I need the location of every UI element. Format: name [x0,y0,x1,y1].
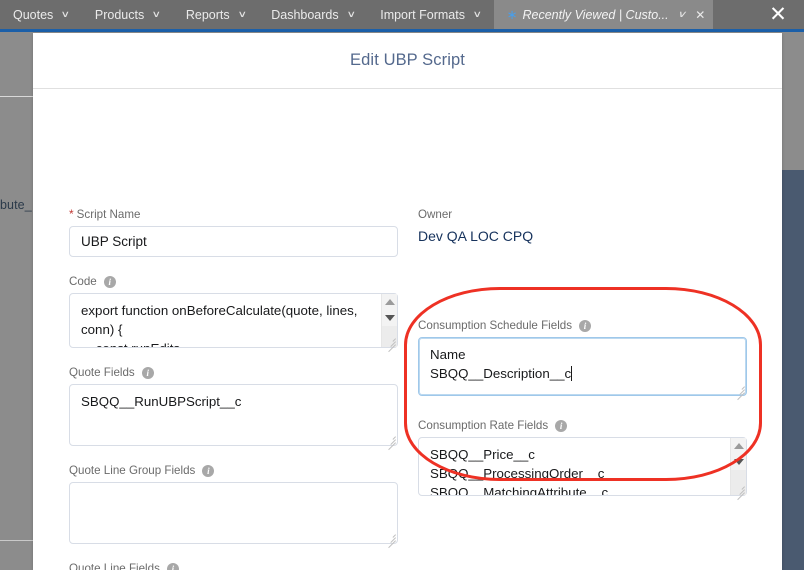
code-textarea-wrap: export function onBeforeCalculate(quote,… [69,293,398,353]
field-owner-label: Owner [418,207,747,222]
code-scrollbar[interactable] [381,294,397,347]
quote-fields-textarea-wrap: SBQQ__RunUBPScript__c [69,384,398,451]
field-quote-line-group-fields: Quote Line Group Fields i [69,463,398,549]
field-consumption-schedule-fields-label: Consumption Schedule Fields i [418,318,747,333]
tab-dashboards[interactable]: Dashboards ∨ [258,0,367,29]
label-text: Quote Line Group Fields [69,464,196,477]
field-code: Code i export function onBeforeCalculate… [69,274,398,353]
info-icon[interactable]: i [579,319,592,332]
tab-dashboards-label: Dashboards [271,7,339,22]
label-text: Owner [418,208,453,221]
quote-line-group-fields-textarea[interactable] [69,482,398,544]
info-icon[interactable]: i [166,562,179,570]
tabbar-spacer [713,0,752,29]
scroll-down-arrow-icon[interactable] [384,315,395,321]
backdrop-divider-bottom [0,540,33,541]
tab-products-label: Products [94,7,145,22]
consumption-schedule-fields-textarea[interactable]: Name SBQQ__Description__c [418,337,747,396]
chevron-down-icon[interactable]: ∨ [472,10,482,19]
close-window-icon[interactable]: ✕ [752,0,804,29]
consumption-rate-fields-textarea-wrap: SBQQ__Price__c SBQQ__ProcessingOrder__c … [418,437,747,501]
label-text: Script Name [76,208,141,221]
tab-import-formats-label: Import Formats [380,7,465,22]
owner-value: Dev QA LOC CPQ [418,228,534,244]
consumption-rate-fields-scrollbar[interactable] [730,438,746,495]
scroll-track[interactable] [731,470,746,495]
tab-reports[interactable]: Reports ∨ [173,0,258,29]
code-textarea[interactable]: export function onBeforeCalculate(quote,… [69,293,398,348]
field-owner: Owner Dev QA LOC CPQ [418,207,747,246]
tab-reports-label: Reports [185,7,230,22]
label-text: Consumption Rate Fields [418,419,549,432]
label-text: Code [69,275,97,288]
scroll-up-arrow-icon[interactable] [384,299,395,305]
quote-line-group-fields-textarea-wrap [69,482,398,549]
close-tab-icon[interactable]: ✕ [695,8,705,22]
label-text: Quote Fields [69,366,135,379]
modal-header: Edit UBP Script [33,33,782,89]
field-quote-line-fields-label: Quote Line Fields i [69,561,398,570]
backdrop-left-strip [0,29,33,570]
tab-import-formats[interactable]: Import Formats ∨ [367,0,493,29]
script-name-input[interactable] [69,226,398,257]
field-quote-fields-label: Quote Fields i [69,365,398,380]
screen-root: bute_ Quotes ∨ Products ∨ Reports ∨ Dash… [0,0,804,570]
chevron-down-icon[interactable]: ∨ [346,10,356,19]
modal-title: Edit UBP Script [350,51,465,69]
field-consumption-rate-fields: Consumption Rate Fields i SBQQ__Price__c… [418,418,747,501]
field-script-name-label: * Script Name [69,207,398,222]
edit-ubp-script-modal: Edit UBP Script * Script Name Code [33,33,782,570]
tab-quotes[interactable]: Quotes ∨ [0,0,82,29]
browser-tab-bar: Quotes ∨ Products ∨ Reports ∨ Dashboards… [0,0,804,29]
backdrop-clipped-text: bute_ [0,198,32,212]
field-quote-line-fields: Quote Line Fields i [69,561,398,570]
accent-rule [0,29,804,32]
field-consumption-rate-fields-label: Consumption Rate Fields i [418,418,747,433]
tab-recently-viewed-active[interactable]: ∗ Recently Viewed | Custo... ∨ ✕ [493,0,714,29]
field-quote-fields: Quote Fields i SBQQ__RunUBPScript__c [69,365,398,451]
scroll-down-arrow-icon[interactable] [733,459,744,465]
field-consumption-schedule-fields: Consumption Schedule Fields i Name SBQQ_… [418,318,747,401]
required-asterisk-icon: * [69,207,74,221]
tab-recently-viewed-label: Recently Viewed | Custo... [522,7,669,22]
text-caret [571,366,573,381]
backdrop-divider-top [0,96,33,97]
form-column-right: Owner Dev QA LOC CPQ Consumption Schedul… [418,207,747,513]
field-quote-line-group-fields-label: Quote Line Group Fields i [69,463,398,478]
unsaved-marker-icon: ∗ [506,6,518,22]
info-icon[interactable]: i [141,366,154,379]
chevron-down-icon[interactable]: ∨ [676,10,686,19]
quote-fields-textarea[interactable]: SBQQ__RunUBPScript__c [69,384,398,446]
chevron-down-icon[interactable]: ∨ [237,10,247,19]
info-icon[interactable]: i [555,419,568,432]
chevron-down-icon[interactable]: ∨ [61,10,71,19]
scroll-track[interactable] [382,326,397,347]
consumption-schedule-fields-textarea-wrap: Name SBQQ__Description__c [418,337,747,401]
field-script-name: * Script Name [69,207,398,257]
consumption-rate-fields-textarea[interactable]: SBQQ__Price__c SBQQ__ProcessingOrder__c … [418,437,747,496]
tab-products[interactable]: Products ∨ [82,0,173,29]
label-text: Quote Line Fields [69,562,160,570]
label-text: Consumption Schedule Fields [418,319,573,332]
scroll-up-arrow-icon[interactable] [733,443,744,449]
info-icon[interactable]: i [103,275,116,288]
chevron-down-icon[interactable]: ∨ [152,10,162,19]
consumption-schedule-fields-value: Name SBQQ__Description__c [430,347,572,381]
field-code-label: Code i [69,274,398,289]
form-column-left: * Script Name Code i export function onB… [69,207,398,570]
tab-quotes-label: Quotes [13,7,54,22]
info-icon[interactable]: i [202,464,215,477]
